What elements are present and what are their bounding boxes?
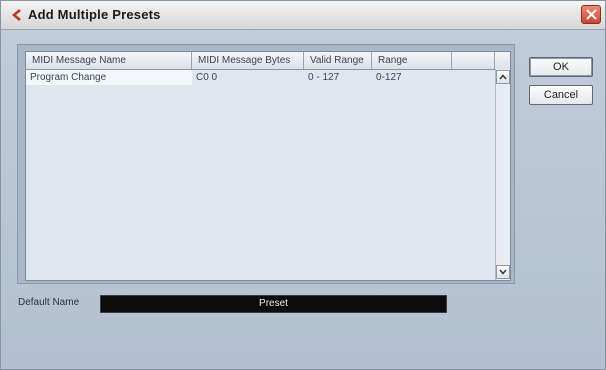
column-header-midi-message-bytes[interactable]: MIDI Message Bytes (192, 52, 304, 69)
default-name-label: Default Name (18, 297, 80, 308)
list-panel: MIDI Message Name MIDI Message Bytes Val… (17, 44, 515, 284)
column-header-valid-range[interactable]: Valid Range (304, 52, 372, 69)
chevron-up-icon (499, 74, 507, 80)
cell-valid-range[interactable]: 0 - 127 (304, 70, 372, 85)
dialog-title: Add Multiple Presets (28, 7, 161, 22)
default-name-field[interactable]: Preset (100, 295, 447, 313)
title-bar[interactable]: Add Multiple Presets (1, 1, 605, 30)
column-header-range[interactable]: Range (372, 52, 452, 69)
cancel-button[interactable]: Cancel (529, 85, 593, 105)
cell-range[interactable]: 0-127 (372, 70, 452, 85)
chevron-down-icon (499, 269, 507, 275)
close-icon (586, 9, 596, 20)
ok-button[interactable]: OK (529, 57, 593, 77)
list-header: MIDI Message Name MIDI Message Bytes Val… (26, 52, 510, 70)
scroll-up-button[interactable] (496, 70, 510, 84)
scroll-down-button[interactable] (496, 265, 510, 279)
cell-midi-message-name[interactable]: Program Change (26, 70, 192, 85)
vertical-scrollbar[interactable] (495, 69, 510, 280)
midi-message-list[interactable]: MIDI Message Name MIDI Message Bytes Val… (25, 51, 511, 281)
close-button[interactable] (581, 5, 601, 24)
cubase-logo-icon (9, 7, 25, 23)
table-row[interactable]: Program Change C0 0 0 - 127 0-127 (26, 70, 494, 85)
dialog-window: Add Multiple Presets MIDI Message Name M… (0, 0, 606, 370)
column-header-empty (452, 52, 495, 69)
column-header-midi-message-name[interactable]: MIDI Message Name (26, 52, 192, 69)
cell-midi-message-bytes[interactable]: C0 0 (192, 70, 304, 85)
